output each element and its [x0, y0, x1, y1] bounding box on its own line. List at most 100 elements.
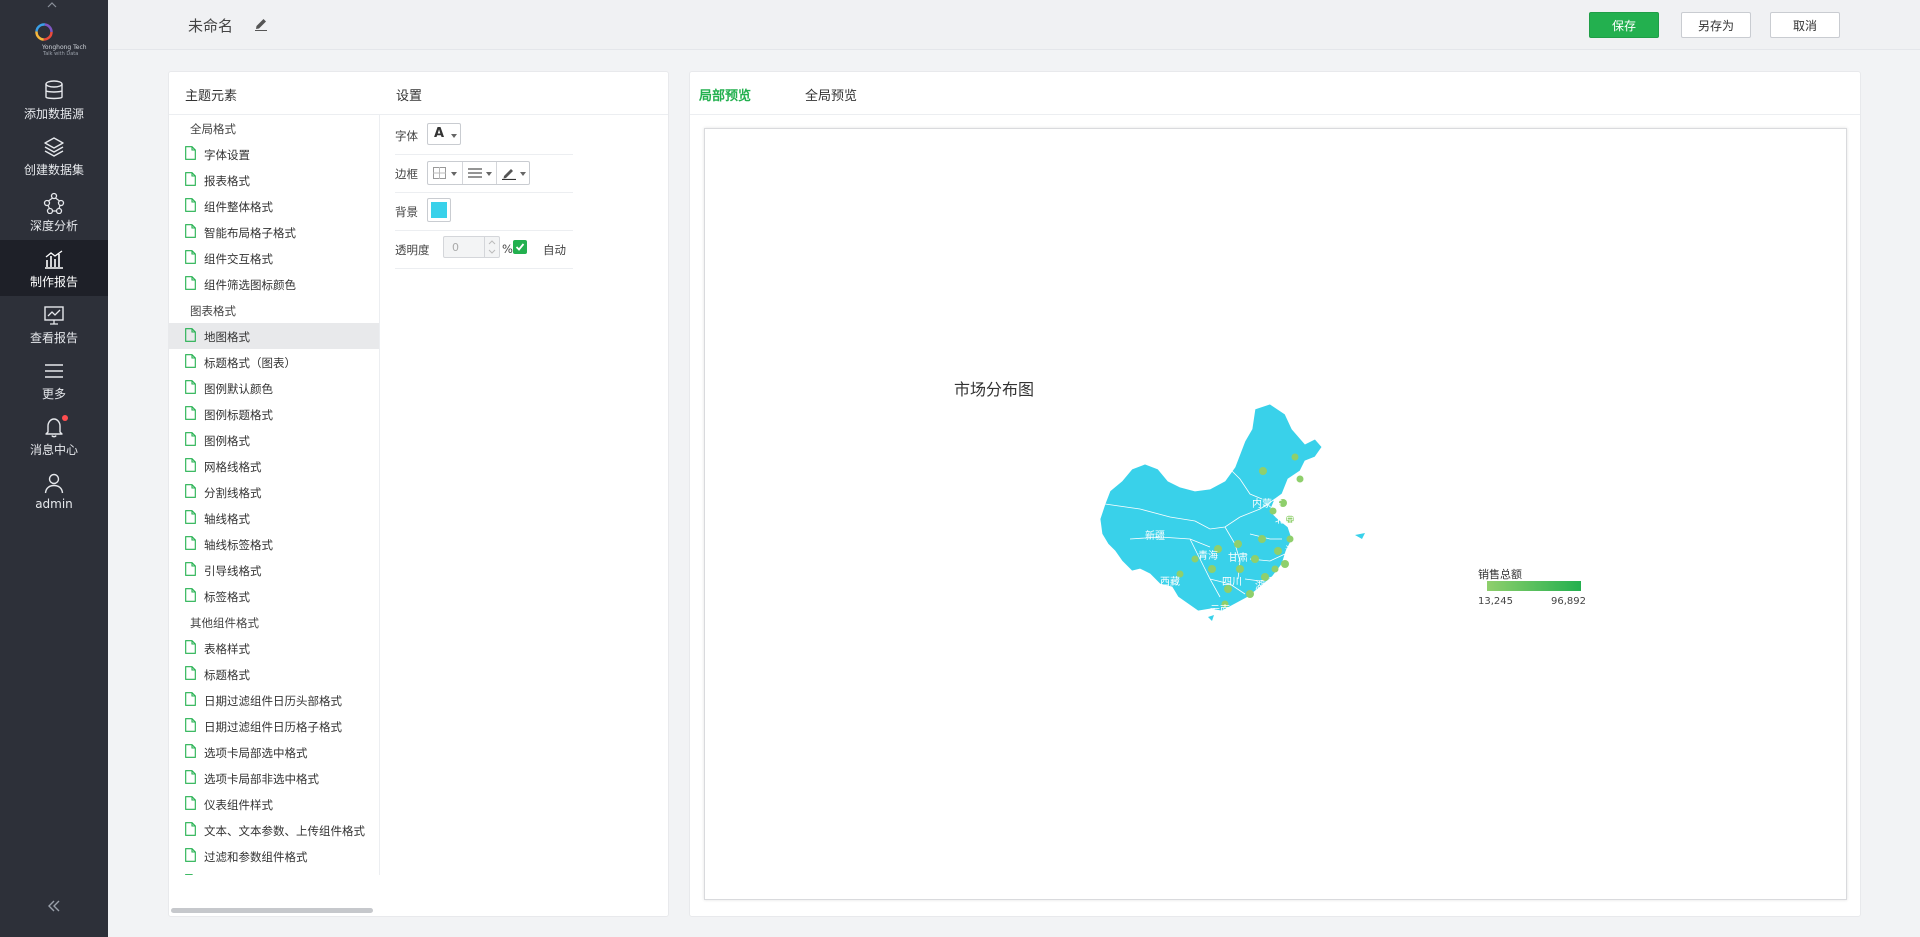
nav-more[interactable]: 更多	[0, 352, 108, 408]
nav-label: 消息中心	[29, 443, 78, 457]
tree-item[interactable]: 引导线格式	[169, 557, 379, 583]
nav-make-report[interactable]: 制作报告	[0, 240, 108, 296]
nav-add-datasource[interactable]: 添加数据源	[0, 72, 108, 128]
sales-dot	[1234, 540, 1242, 548]
file-icon	[185, 692, 196, 706]
font-dropdown[interactable]: A	[427, 123, 461, 145]
tree-item[interactable]: 日期过滤组件日历格子格式	[169, 713, 379, 739]
border-setting-row: 边框	[395, 154, 573, 193]
chevron-up-icon[interactable]	[47, 2, 57, 8]
tab-local-preview[interactable]: 局部预览	[699, 85, 751, 104]
opacity-label: 透明度	[395, 243, 430, 257]
nav-label: 添加数据源	[23, 107, 84, 121]
edit-pencil-icon[interactable]	[254, 17, 268, 31]
save-as-button[interactable]: 另存为	[1681, 12, 1751, 38]
tree-item-label: 全局格式	[190, 122, 236, 136]
tree-item[interactable]: 标题格式（图表）	[169, 349, 379, 375]
tree-item[interactable]: 图例格式	[169, 427, 379, 453]
tree-item[interactable]: 地图格式	[169, 323, 379, 349]
background-color-swatch	[431, 202, 447, 218]
tree-item[interactable]: 日期过滤组件日历头部格式	[169, 687, 379, 713]
tree-group-header: 全局格式	[169, 115, 379, 141]
tree-item[interactable]: 字体设置	[169, 141, 379, 167]
theme-elements-heading: 主题元素	[185, 89, 238, 104]
nav-create-dataset[interactable]: 创建数据集	[0, 128, 108, 184]
tree-item[interactable]: 标签格式	[169, 583, 379, 609]
tree-item[interactable]: 组件交互格式	[169, 245, 379, 271]
top-bar: 未命名 保存 另存为 取消	[108, 0, 1920, 50]
tree-item-label: 地图格式	[204, 330, 250, 344]
nav-user-admin[interactable]: admin	[0, 464, 108, 520]
tree-item[interactable]: 仪表组件样式	[169, 791, 379, 817]
nav-view-report[interactable]: 查看报告	[0, 296, 108, 352]
menu-icon	[45, 364, 63, 378]
tree-item[interactable]: 表格样式	[169, 635, 379, 661]
tree-item[interactable]: 文本、文本参数、上传组件格式	[169, 817, 379, 843]
tree-item-label: 图例标题格式	[204, 408, 273, 422]
tree-horizontal-scrollbar[interactable]	[171, 908, 373, 913]
border-controls	[427, 161, 530, 185]
preview-panel: 局部预览 全局预览 市场分布图 新疆 西藏 青海 内蒙古 黑龙江 吉林 辽宁 北…	[689, 71, 1861, 917]
sales-dot	[1281, 560, 1289, 568]
cancel-button[interactable]: 取消	[1770, 12, 1840, 38]
opacity-input[interactable]: 0	[443, 236, 500, 258]
line-style-icon	[468, 168, 482, 178]
tree-item[interactable]: 轴线格式	[169, 505, 379, 531]
nav-deep-analysis[interactable]: 深度分析	[0, 184, 108, 240]
tree-item-label: 图表格式	[190, 304, 236, 318]
background-setting-row: 背景	[395, 192, 573, 231]
tree-item[interactable]: 选项卡局部非选中格式	[169, 765, 379, 791]
database-icon	[45, 80, 63, 100]
tree-item[interactable]: 图例标题格式	[169, 401, 379, 427]
tree-item-label: 日期过滤组件日历头部格式	[204, 694, 342, 708]
notification-dot	[62, 415, 68, 421]
tree-item-label: 引导线格式	[204, 564, 262, 578]
tree-item[interactable]: 标题格式	[169, 661, 379, 687]
tree-item[interactable]: 组件内格子格式	[169, 869, 379, 875]
tree-item[interactable]: 轴线标签格式	[169, 531, 379, 557]
preview-canvas: 市场分布图 新疆 西藏 青海 内蒙古 黑龙江 吉林 辽宁 北京 甘肃 四川 云南…	[704, 128, 1847, 900]
collapse-sidebar-icon[interactable]	[44, 898, 64, 914]
sales-dot	[1251, 555, 1259, 563]
tree-item[interactable]: 报表格式	[169, 167, 379, 193]
tree-item-label: 组件整体格式	[204, 200, 273, 214]
region-label: 青海	[1198, 549, 1218, 562]
tree-item-label: 轴线标签格式	[204, 538, 273, 552]
tree-item[interactable]: 图例默认颜色	[169, 375, 379, 401]
auto-checkbox[interactable]	[513, 240, 527, 254]
region-label: 四川	[1222, 577, 1242, 588]
china-map[interactable]: 新疆 西藏 青海 内蒙古 黑龙江 吉林 辽宁 北京 甘肃 四川 云南 广西 广东…	[1100, 399, 1490, 649]
border-style-dropdown[interactable]	[462, 162, 497, 184]
file-icon	[185, 198, 196, 212]
background-label: 背景	[395, 205, 418, 219]
sales-dot	[1296, 475, 1304, 483]
legend-title: 销售总额	[1478, 568, 1522, 581]
tree-item[interactable]: 组件筛选图标颜色	[169, 271, 379, 297]
font-label: 字体	[395, 129, 418, 143]
border-color-dropdown[interactable]	[496, 162, 531, 184]
tree-item[interactable]: 过滤和参数组件格式	[169, 843, 379, 869]
logo-name: Yonghong Tech	[42, 44, 87, 51]
nav-label: admin	[35, 497, 73, 511]
tree-item[interactable]: 分割线格式	[169, 479, 379, 505]
network-icon	[43, 192, 65, 214]
background-color-picker[interactable]	[427, 198, 451, 222]
opacity-stepper[interactable]	[484, 237, 499, 257]
auto-label: 自动	[543, 243, 566, 257]
tab-global-preview[interactable]: 全局预览	[805, 85, 857, 104]
file-icon	[185, 666, 196, 680]
preview-tabs: 局部预览 全局预览	[690, 72, 1860, 115]
tree-item[interactable]: 组件整体格式	[169, 193, 379, 219]
border-sides-dropdown[interactable]	[428, 162, 462, 184]
tree-item[interactable]: 智能布局格子格式	[169, 219, 379, 245]
save-button[interactable]: 保存	[1589, 12, 1659, 38]
tree-item[interactable]: 网格线格式	[169, 453, 379, 479]
file-icon	[185, 510, 196, 524]
tree-item[interactable]: 选项卡局部选中格式	[169, 739, 379, 765]
tree-item-label: 分割线格式	[204, 486, 262, 500]
file-icon	[185, 562, 196, 576]
nav-message-center[interactable]: 消息中心	[0, 408, 108, 464]
theme-panel: 主题元素 设置 全局格式 字体设置 报表格式 组件整体格式 智能布局格子格式 组件交互格式…	[168, 71, 669, 917]
tree-item-label: 网格线格式	[204, 460, 262, 474]
tree-item-label: 图例默认颜色	[204, 382, 273, 396]
